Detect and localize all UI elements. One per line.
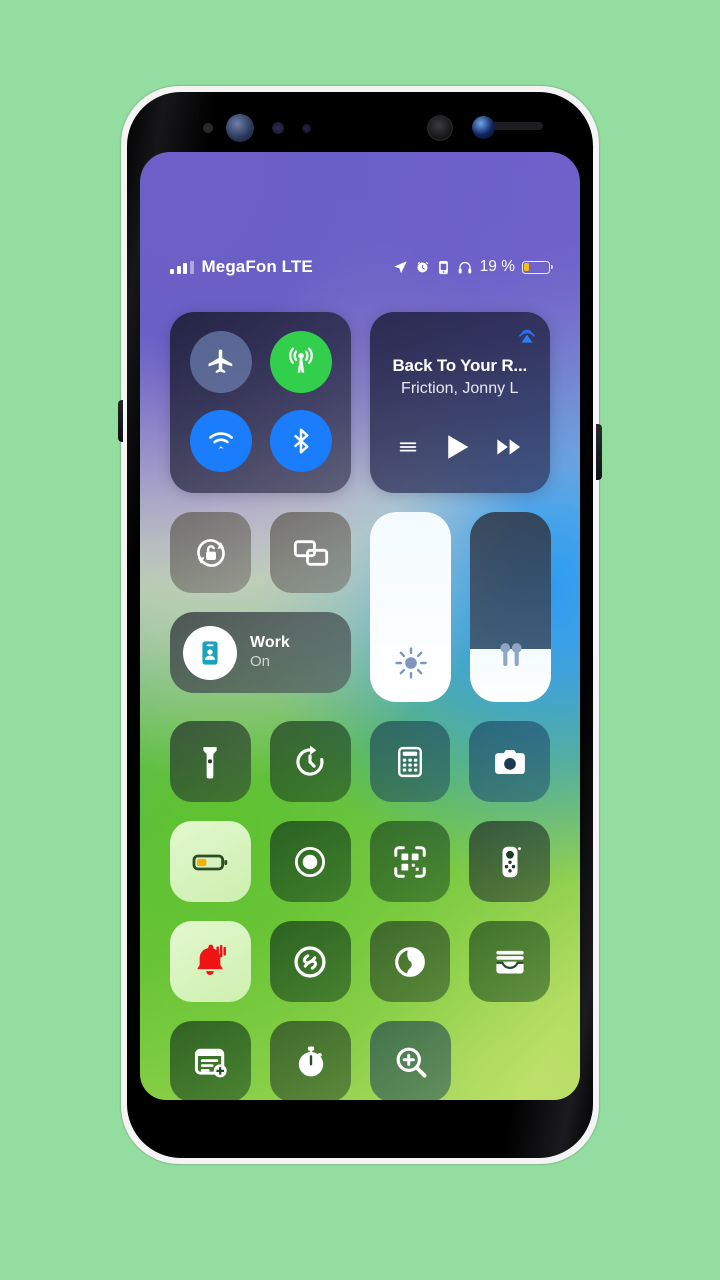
screenshot-stage: MegaFon LTE 19 % Back To Your R... Frict…	[0, 0, 720, 1280]
bell-ringing-icon	[197, 944, 227, 975]
dark-mode-toggle[interactable]	[369, 921, 451, 1002]
flashlight-icon	[203, 746, 218, 778]
front-camera-icon	[472, 116, 495, 139]
location-arrow-icon	[393, 260, 407, 273]
wallet-toggle[interactable]	[469, 921, 550, 1002]
play-icon[interactable]	[442, 432, 472, 467]
calculator-toggle[interactable]	[369, 721, 451, 802]
focus-icon-bubble	[183, 625, 237, 680]
apple-tv-remote-toggle[interactable]	[469, 821, 550, 902]
calculator-icon	[397, 746, 422, 777]
airplane-icon	[208, 349, 233, 373]
focus-subtitle: On	[250, 653, 271, 671]
face-sensor-icon	[427, 115, 453, 141]
shazam-icon	[294, 945, 326, 978]
stopwatch-toggle[interactable]	[270, 1021, 351, 1100]
fast-forward-icon[interactable]	[495, 433, 523, 466]
screen-mirroring-toggle[interactable]	[270, 512, 351, 593]
proximity-sensor-icon	[203, 123, 213, 133]
airpods-icon	[470, 636, 551, 674]
magnifier-icon	[396, 1047, 427, 1078]
screen-mirroring-icon	[293, 539, 328, 566]
rotation-lock-icon	[196, 538, 225, 567]
note-add-icon	[194, 1048, 227, 1077]
camera-toggle[interactable]	[469, 721, 550, 802]
status-bar-left: MegaFon LTE	[170, 257, 313, 277]
utility-left-column: Work On	[170, 512, 351, 702]
timer-icon	[296, 745, 324, 776]
ringer-alarm-toggle[interactable]	[170, 921, 251, 1002]
cc-row-utility: Work On	[140, 512, 580, 702]
connectivity-panel	[170, 312, 351, 493]
ir-sensor-icon	[302, 124, 311, 133]
cc-row-apps-4	[140, 1021, 580, 1100]
cc-row-apps-2	[140, 821, 580, 902]
camera-icon	[494, 749, 525, 774]
volume-button[interactable]	[118, 400, 123, 442]
wifi-icon	[209, 432, 233, 450]
timer-toggle[interactable]	[269, 721, 351, 802]
control-center: Back To Your R... Friction, Jonny L Work…	[140, 312, 580, 1100]
id-card-icon	[202, 640, 218, 665]
cc-row-apps-1	[140, 721, 580, 802]
queue-list-icon[interactable]	[397, 436, 419, 463]
power-button[interactable]	[596, 424, 602, 480]
stopwatch-icon	[298, 1045, 323, 1076]
wallet-icon	[496, 950, 524, 974]
sensor-housing	[150, 105, 570, 151]
focus-mode-tile[interactable]: Work On	[170, 612, 351, 693]
phone-screen: MegaFon LTE 19 % Back To Your R... Frict…	[140, 152, 580, 1100]
headphones-icon	[458, 261, 471, 273]
airplay-audio-icon[interactable]	[514, 321, 540, 352]
magnifier-toggle[interactable]	[370, 1021, 451, 1100]
volume-slider[interactable]	[470, 512, 551, 702]
light-sensor-icon	[272, 122, 284, 134]
status-bar-right: 19 %	[393, 258, 553, 276]
iris-scanner-icon	[226, 114, 254, 142]
playback-controls	[370, 432, 551, 467]
bluetooth-toggle[interactable]	[270, 410, 332, 472]
carrier-label: MegaFon LTE	[201, 257, 313, 276]
sliders-group	[370, 512, 551, 702]
bluetooth-icon	[293, 428, 309, 454]
wifi-toggle[interactable]	[190, 410, 252, 472]
code-scanner-toggle[interactable]	[369, 821, 451, 902]
remote-control-icon	[502, 846, 521, 877]
quick-note-toggle[interactable]	[170, 1021, 251, 1100]
status-bar: MegaFon LTE 19 %	[140, 252, 580, 282]
qr-scanner-icon	[394, 845, 426, 878]
cc-row-top: Back To Your R... Friction, Jonny L	[140, 312, 580, 493]
shazam-toggle[interactable]	[269, 921, 351, 1002]
brightness-slider[interactable]	[370, 512, 451, 702]
cellular-data-toggle[interactable]	[270, 331, 332, 393]
battery-low-icon	[192, 854, 228, 870]
airplane-mode-toggle[interactable]	[190, 331, 252, 393]
battery-icon	[522, 260, 553, 274]
alarm-clock-icon	[417, 261, 428, 272]
dark-mode-icon	[394, 946, 425, 977]
portrait-orientation-lock-icon	[438, 260, 448, 274]
now-playing-panel[interactable]: Back To Your R... Friction, Jonny L	[369, 312, 551, 493]
cellular-antenna-icon	[289, 347, 313, 373]
sun-icon	[370, 646, 451, 680]
rotation-lock-toggle[interactable]	[170, 512, 251, 593]
low-power-mode-toggle[interactable]	[170, 821, 251, 902]
track-artist: Friction, Jonny L	[401, 380, 519, 397]
track-title: Back To Your R...	[392, 356, 528, 375]
battery-percent-label: 19 %	[479, 258, 515, 275]
signal-strength-icon	[170, 260, 194, 274]
screen-record-icon	[295, 846, 326, 877]
cc-row-apps-3	[140, 921, 580, 1002]
focus-title: Work	[250, 634, 290, 652]
screen-record-toggle[interactable]	[269, 821, 351, 902]
flashlight-toggle[interactable]	[170, 721, 251, 802]
focus-text: Work On	[250, 634, 290, 671]
